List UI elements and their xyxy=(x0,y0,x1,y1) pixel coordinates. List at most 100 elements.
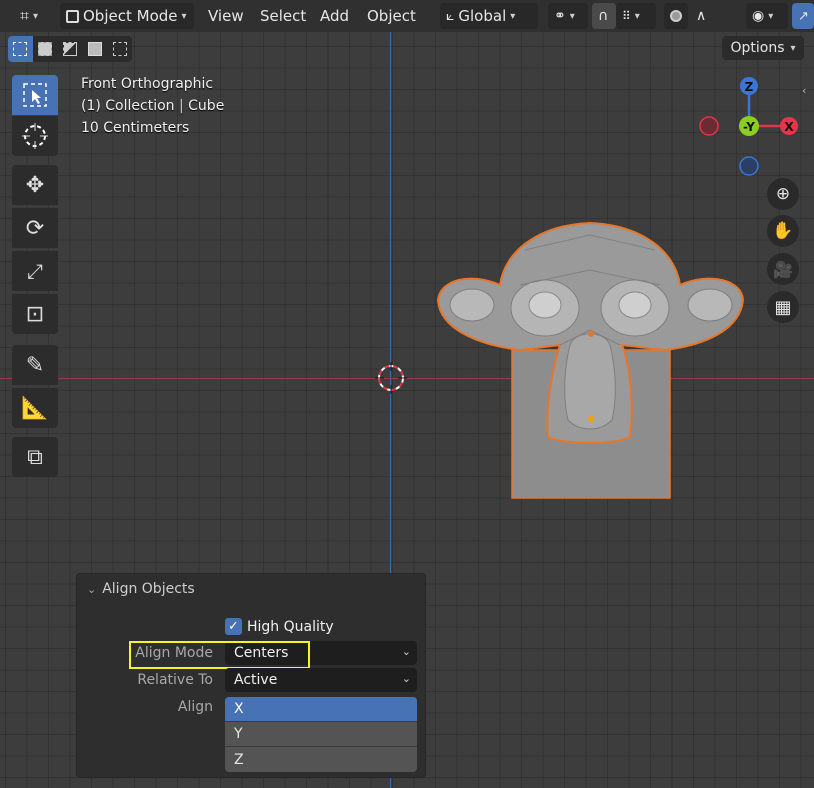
neg-x-handle xyxy=(699,116,719,136)
gizmo-z-label: Z xyxy=(745,80,754,94)
relative-to-dropdown[interactable]: Active ⌄ xyxy=(225,668,417,692)
high-quality-label: High Quality xyxy=(247,618,334,635)
selection-mode-group xyxy=(8,36,132,62)
proportional-edit-toggle[interactable] xyxy=(664,3,688,29)
tool-measure[interactable]: 📐 xyxy=(12,388,58,428)
high-quality-checkbox[interactable]: ✓ xyxy=(225,618,242,635)
align-objects-panel: ⌄ Align Objects ✓ High Quality Align Mod… xyxy=(76,573,426,778)
highlight-box xyxy=(129,641,310,669)
suzanne-object xyxy=(436,221,745,444)
separator: | xyxy=(178,98,184,114)
hand-icon: ✋ xyxy=(772,221,794,241)
chevron-down-icon: ⌄ xyxy=(401,645,411,658)
align-axis-list: X Y Z xyxy=(225,697,417,772)
gizmo-icon: ↗ xyxy=(798,8,809,24)
select-new-icon xyxy=(13,42,28,56)
snap-toggle[interactable]: ∩ xyxy=(592,3,616,29)
chevron-down-icon: ▾ xyxy=(569,10,575,22)
relative-to-value: Active xyxy=(234,672,278,688)
panel-header[interactable]: ⌄ Align Objects xyxy=(87,581,195,597)
align-axis-y[interactable]: Y xyxy=(225,722,417,747)
annotate-pencil-icon: ✎ xyxy=(25,352,45,378)
select-intersect-icon xyxy=(112,42,127,56)
transform-icon: ⊡ xyxy=(25,301,45,327)
select-new-button[interactable] xyxy=(8,36,33,62)
tool-cursor[interactable] xyxy=(12,116,58,156)
tool-scale[interactable]: ⤢ xyxy=(12,251,58,291)
camera-icon: 🎥 xyxy=(773,259,793,279)
select-box-icon xyxy=(23,83,47,107)
zoom-magnifier-icon: ⊕ xyxy=(775,184,791,204)
tool-move[interactable]: ✥ xyxy=(12,165,58,205)
grid-icon: ▦ xyxy=(774,296,792,318)
chevron-down-icon: ▾ xyxy=(790,42,796,54)
visibility-dropdown[interactable]: ◉ ▾ xyxy=(746,3,788,29)
panel-title: Align Objects xyxy=(102,581,195,597)
tool-annotate[interactable]: ✎ xyxy=(12,345,58,385)
orientation-icon: ⟀ xyxy=(446,8,455,24)
perspective-toggle-button[interactable]: ▦ xyxy=(767,291,799,323)
eye-icon: ◉ xyxy=(752,8,765,24)
zoom-button[interactable]: ⊕ xyxy=(767,178,799,210)
select-subtract-button[interactable] xyxy=(58,36,83,62)
measure-ruler-icon: 📐 xyxy=(21,395,49,421)
cursor-icon xyxy=(22,123,48,149)
align-axis-z[interactable]: Z xyxy=(225,747,417,772)
chevron-down-icon: ▾ xyxy=(33,10,39,22)
options-label: Options xyxy=(730,40,785,56)
camera-view-button[interactable]: 🎥 xyxy=(767,253,799,285)
menu-select[interactable]: Select xyxy=(260,7,306,25)
collection-info: (1) Collection | Cube xyxy=(81,98,224,114)
move-icon: ✥ xyxy=(25,172,45,198)
rotate-icon: ⟳ xyxy=(25,215,45,241)
align-axis-x[interactable]: X xyxy=(225,697,417,722)
navigation-gizmo[interactable]: Z -Y X xyxy=(695,74,805,180)
pivot-point-dropdown[interactable]: ⚭ ▾ xyxy=(548,3,588,29)
mode-label: Object Mode xyxy=(83,7,178,25)
gizmo-toggle[interactable]: ↗ xyxy=(792,3,814,29)
add-cube-icon: ⧉ xyxy=(27,444,43,470)
menu-object[interactable]: Object xyxy=(367,7,416,25)
menu-view[interactable]: View xyxy=(208,7,244,25)
mode-dropdown[interactable]: Object Mode ▾ xyxy=(60,3,194,29)
view-name: Front Orthographic xyxy=(81,76,214,92)
menu-add[interactable]: Add xyxy=(320,7,349,25)
chevron-down-icon: ▾ xyxy=(510,10,516,22)
editor-type-button[interactable]: ⌗ ▾ xyxy=(14,3,44,29)
select-intersect-button[interactable] xyxy=(107,36,132,62)
chevron-down-icon: ▾ xyxy=(768,10,774,22)
object-mode-icon xyxy=(66,9,79,23)
relative-to-label: Relative To xyxy=(137,672,213,688)
gizmo-x-label: X xyxy=(784,120,794,134)
snap-target-dropdown[interactable]: ⠿ ▾ xyxy=(616,3,656,29)
select-subtract-icon xyxy=(62,42,77,56)
chevron-down-icon: ⌄ xyxy=(401,672,411,685)
pan-button[interactable]: ✋ xyxy=(767,215,799,247)
scale-info: 10 Centimeters xyxy=(81,120,190,136)
viewport-header: ⌗ ▾ Object Mode ▾ View Select Add Object… xyxy=(0,0,814,32)
chevron-down-icon: ▾ xyxy=(181,10,187,22)
select-extend-button[interactable] xyxy=(33,36,58,62)
falloff-curve-icon: ∧ xyxy=(696,8,707,24)
pivot-icon: ⚭ xyxy=(554,8,566,24)
tool-add-cube[interactable]: ⧉ xyxy=(12,437,58,477)
select-invert-icon xyxy=(87,42,102,56)
proportional-edit-icon xyxy=(670,10,682,22)
3d-cursor xyxy=(375,362,407,394)
grid-snap-icon: ⠿ xyxy=(622,9,631,23)
options-dropdown[interactable]: Options ▾ xyxy=(722,36,804,60)
neg-z-handle xyxy=(739,156,759,176)
scale-icon: ⤢ xyxy=(27,259,43,283)
transform-orientation-dropdown[interactable]: ⟀ Global ▾ xyxy=(440,3,538,29)
object-label: Cube xyxy=(188,98,225,114)
chevron-down-icon: ⌄ xyxy=(87,582,97,596)
tool-transform[interactable]: ⊡ xyxy=(12,294,58,334)
collection-label: (1) Collection xyxy=(81,98,175,114)
tool-rotate[interactable]: ⟳ xyxy=(12,208,58,248)
select-invert-button[interactable] xyxy=(82,36,107,62)
select-extend-icon xyxy=(38,42,53,56)
tool-select-box[interactable] xyxy=(12,75,58,115)
falloff-dropdown[interactable]: ∧ xyxy=(690,3,728,29)
gizmo-y-label: -Y xyxy=(743,120,755,134)
chevron-down-icon: ▾ xyxy=(634,10,640,22)
